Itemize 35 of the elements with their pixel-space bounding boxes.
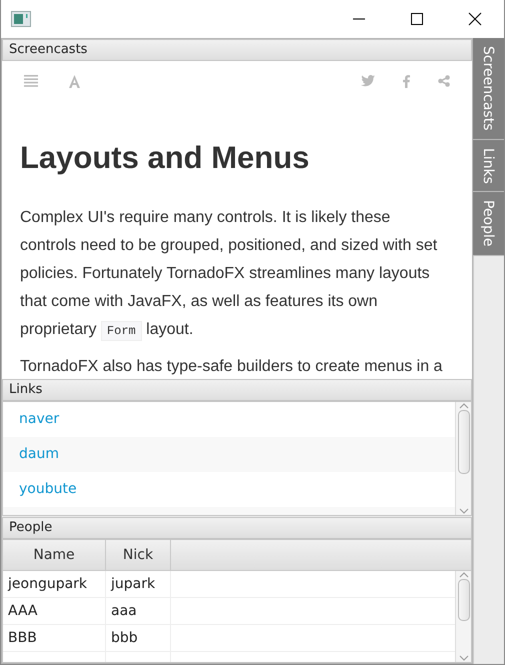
caret-up-icon[interactable]	[458, 571, 468, 579]
panel-title[interactable]: People	[2, 517, 472, 539]
table-cell: bbb	[106, 625, 171, 651]
bird-icon[interactable]	[361, 75, 375, 87]
article-paragraph: TornadoFX also has type-safe builders to create menus in a	[20, 357, 444, 378]
minimize-icon	[352, 18, 366, 20]
link[interactable]: youbute	[19, 479, 77, 500]
caret-down-icon[interactable]	[458, 507, 468, 515]
drawer-tab[interactable]: Links	[473, 140, 504, 192]
close-icon	[468, 12, 482, 26]
article-heading: Layouts and Menus	[20, 139, 310, 176]
table-cell: jupark	[106, 571, 171, 597]
scrollbar[interactable]	[455, 402, 471, 515]
share-icon[interactable]	[438, 75, 450, 87]
facebook-icon[interactable]	[403, 74, 410, 88]
column-header[interactable]: Name	[3, 540, 106, 570]
drawer-tab[interactable]: Screencasts	[473, 38, 504, 140]
table-cell: BBB	[3, 625, 106, 651]
caret-down-icon[interactable]	[458, 654, 468, 662]
link[interactable]: naver	[19, 409, 60, 430]
article-paragraph: Complex UI's require many controls. It is likely these controls need to be grouped, positioned, and sized with set policies. Fortunately TornadoFX streamlines many layouts that come with JavaFX, as well as features its own proprietary Form layout.	[20, 204, 450, 346]
scrollbar[interactable]	[455, 571, 471, 662]
panel-title[interactable]: Screencasts	[2, 39, 472, 61]
table-cell: AAA	[3, 598, 106, 624]
maximize-icon	[410, 12, 424, 26]
column-header[interactable]: Nick	[106, 540, 171, 570]
table-cell: jeongupark	[3, 571, 106, 597]
menu-icon[interactable]	[24, 75, 38, 87]
caret-up-icon[interactable]	[458, 402, 468, 410]
link[interactable]: daum	[19, 444, 59, 465]
panel-title[interactable]: Links	[2, 379, 472, 401]
app-icon	[11, 11, 31, 27]
font-icon[interactable]	[68, 74, 81, 88]
table-cell: aaa	[106, 598, 171, 624]
drawer-tab[interactable]: People	[473, 192, 504, 256]
